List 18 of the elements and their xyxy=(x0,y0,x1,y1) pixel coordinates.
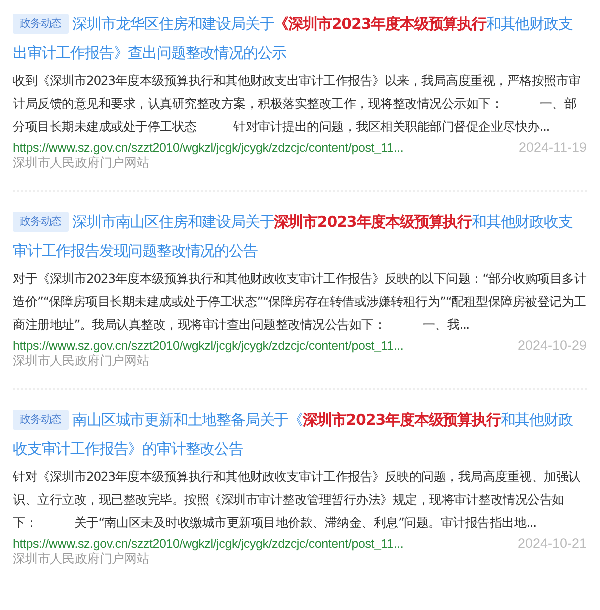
result-snippet: 针对《深圳市2023年度本级预算执行和其他财政收支审计工作报告》反映的问题，我局高度重视、加强认识、立行立改，现已整改完毕。按照《深圳市审计整改管理暂行办法》规定，现将审计整改情况公告如下： 关于“南山区未及时收缴城市更新项目地价款、滞纳金、利息”问题。审计报告指出地... xyxy=(13,468,582,532)
result-title-link[interactable]: 政务动态 深圳市龙华区住房和建设局关于《深圳市2023年度本级预算执行和其他财政支出审计工作报告》查出问题整改情况的公示 xyxy=(13,10,587,68)
result-url[interactable]: https://www.sz.gov.cn/szzt2010/wgkzl/jcgk/jcygk/zdzcjc/content/post_11... xyxy=(13,141,404,155)
result-source: 深圳市人民政府门户网站 xyxy=(13,353,150,370)
result-snippet: 对于《深圳市2023年度本级预算执行和其他财政收支审计工作报告》反映的以下问题：“部分收购项目多计造价”“保障房项目长期未建成或处于停工状态”“保障房存在转借或涉嫌转租行为”“配租型保障房被登记为工商注册地址”。我局认真整改，现将审计查出问题整改情况公告如下： 一、我... xyxy=(13,270,587,334)
result-url[interactable]: https://www.sz.gov.cn/szzt2010/wgkzl/jcgk/jcygk/zdzcjc/content/post_11... xyxy=(13,537,404,551)
category-tag: 政务动态 xyxy=(13,212,69,232)
result-source: 深圳市人民政府门户网站 xyxy=(13,551,150,568)
result-title-link[interactable]: 政务动态 深圳市南山区住房和建设局关于深圳市2023年度本级预算执行和其他财政收支审计工作报告发现问题整改情况的公告 xyxy=(13,208,587,266)
result-source: 深圳市人民政府门户网站 xyxy=(13,155,150,172)
result-date: 2024-11-19 xyxy=(518,140,587,155)
result-date: 2024-10-29 xyxy=(518,338,587,353)
category-tag: 政务动态 xyxy=(13,14,69,34)
result-title-link[interactable]: 政务动态 南山区城市更新和土地整备局关于《深圳市2023年度本级预算执行和其他财政收支审计工作报告》的审计整改公告 xyxy=(13,406,587,464)
result-date: 2024-10-21 xyxy=(518,536,587,551)
result-url[interactable]: https://www.sz.gov.cn/szzt2010/wgkzl/jcgk/jcygk/zdzcjc/content/post_11... xyxy=(13,339,404,353)
result-snippet: 收到《深圳市2023年度本级预算执行和其他财政支出审计工作报告》以来，我局高度重视，严格按照市审计局反馈的意见和要求，认真研究整改方案，积极落实整改工作，现将整改情况公示如下： 一、部分项目长期未建成或处于停工状态 针对审计提出的问题，我区相关职能部门督促企业尽快办... xyxy=(13,72,582,136)
category-tag: 政务动态 xyxy=(13,410,69,430)
